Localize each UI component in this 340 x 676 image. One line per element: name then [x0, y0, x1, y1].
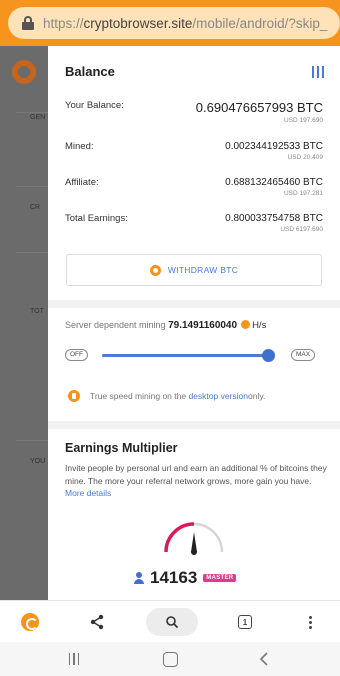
balance-panel: Balance Your Balance: 0.690476657993 BTC… — [48, 46, 340, 600]
share-button[interactable] — [82, 601, 112, 643]
balance-value: 0.800033754758 BTC — [225, 213, 323, 224]
slider-track[interactable] — [102, 354, 274, 357]
background-logo-icon — [12, 60, 36, 84]
url-host: cryptobrowser.site — [83, 15, 193, 31]
multiplier-description-text: Invite people by personal url and earn a… — [65, 463, 327, 486]
system-nav-bar — [0, 642, 340, 676]
address-bar[interactable]: https://cryptobrowser.site/mobile/androi… — [8, 7, 340, 39]
recents-button[interactable] — [58, 642, 90, 676]
multiplier-description: Invite people by personal url and earn a… — [65, 462, 327, 500]
tabs-icon: 1 — [238, 615, 252, 629]
browser-bottom-toolbar: 1 — [0, 600, 340, 642]
url-path: /mobile/android/?skip_ — [192, 15, 328, 31]
desktop-info-line: True speed mining on the desktop version… — [68, 390, 265, 402]
search-button[interactable] — [144, 601, 200, 643]
mining-unit: H/s — [252, 320, 267, 331]
balance-label: Your Balance: — [65, 100, 124, 111]
balance-usd: USD 20.409 — [287, 154, 323, 161]
gauge-fill — [164, 522, 195, 553]
background-page[interactable]: GEN CR TOT YOU — [0, 46, 48, 600]
rank-badge: MASTER — [203, 574, 237, 582]
referral-count-row: 14163 MASTER — [134, 568, 237, 588]
balance-value: 0.002344192533 BTC — [225, 141, 323, 152]
info-text-after: only. — [248, 391, 266, 401]
balance-label: Affiliate: — [65, 177, 99, 188]
lock-icon — [21, 16, 35, 30]
mining-speed-value: 79.1491160040 — [168, 320, 238, 331]
slider-off-label: OFF — [65, 349, 88, 361]
balance-usd: USD 197.690 — [283, 117, 323, 124]
mining-power-slider[interactable]: OFF MAX — [65, 347, 323, 363]
multiplier-title: Earnings Multiplier — [65, 441, 178, 455]
brave-logo-button[interactable] — [14, 601, 46, 643]
background-tag: TOT — [30, 308, 44, 315]
slider-thumb[interactable] — [262, 349, 276, 362]
balance-usd: USD 197.281 — [283, 190, 323, 197]
home-button[interactable] — [154, 642, 186, 676]
balance-label: Total Earnings: — [65, 213, 128, 224]
background-tag: CR — [30, 204, 41, 211]
info-text-before: True speed mining on the — [90, 391, 187, 401]
brave-logo-icon — [21, 613, 39, 631]
more-details-link[interactable]: More details — [65, 488, 111, 498]
section-divider — [48, 300, 340, 308]
back-button[interactable] — [248, 642, 280, 676]
home-icon — [162, 651, 178, 667]
user-icon — [134, 572, 144, 584]
recents-icon — [68, 653, 80, 665]
mining-label: Server dependent mining — [65, 320, 166, 330]
balance-usd: USD 6197.690 — [280, 226, 323, 233]
menu-icon[interactable] — [312, 66, 324, 78]
withdraw-button[interactable]: WITHDRAW BTC — [66, 254, 322, 286]
bitcoin-coin-icon — [149, 264, 161, 276]
more-menu-button[interactable] — [296, 601, 324, 643]
balance-title: Balance — [65, 64, 115, 79]
mining-speed-line: Server dependent mining 79.1491160040 H/s — [65, 320, 266, 331]
background-tag: GEN — [30, 114, 46, 121]
tabs-button[interactable]: 1 — [230, 601, 260, 643]
balance-label: Mined: — [65, 141, 94, 152]
browser-toolbar: https://cryptobrowser.site/mobile/androi… — [0, 0, 340, 46]
balance-value: 0.690476657993 BTC — [195, 100, 323, 115]
balance-value: 0.688132465460 BTC — [225, 177, 323, 188]
more-icon — [308, 615, 312, 629]
section-divider — [48, 421, 340, 429]
referral-count: 14163 — [150, 568, 198, 587]
multiplier-gauge — [164, 522, 224, 555]
url-text: https://cryptobrowser.site/mobile/androi… — [43, 16, 327, 31]
back-icon — [259, 652, 268, 666]
background-tag: YOU — [30, 458, 46, 465]
slider-max-label: MAX — [291, 349, 316, 361]
search-icon — [166, 616, 179, 629]
desktop-version-link[interactable]: desktop version — [188, 391, 248, 401]
info-icon — [68, 390, 80, 402]
share-icon — [90, 614, 104, 630]
url-prefix: https:// — [43, 15, 84, 31]
hash-coin-icon — [241, 320, 251, 329]
withdraw-label: WITHDRAW BTC — [167, 265, 239, 275]
